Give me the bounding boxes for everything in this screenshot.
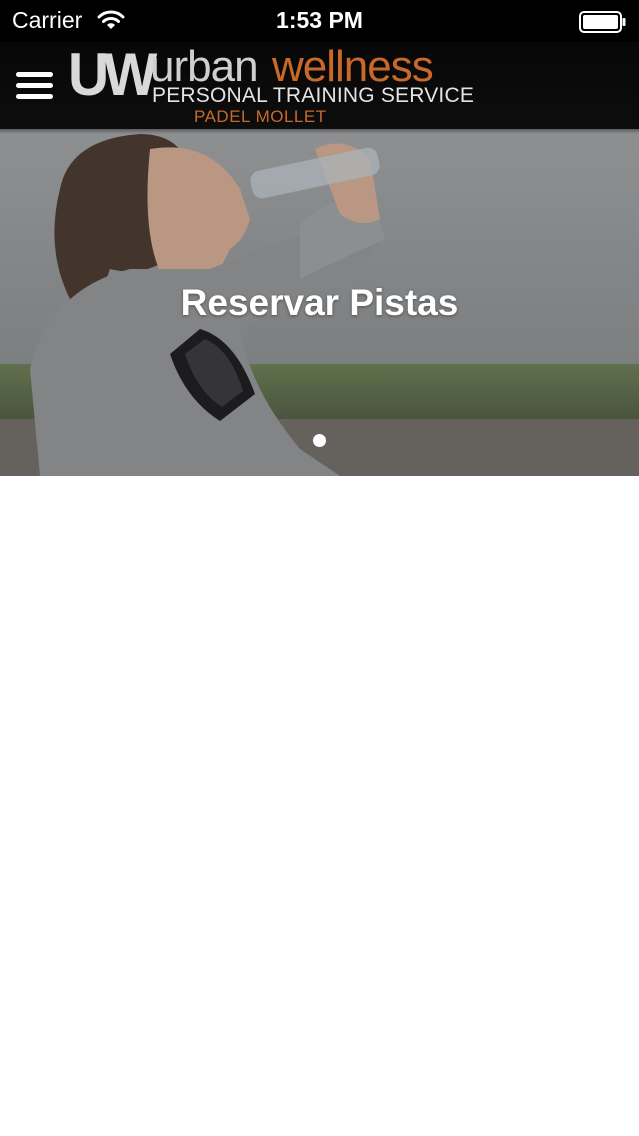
page-indicator-dot[interactable] bbox=[313, 434, 326, 447]
battery-icon bbox=[579, 11, 627, 38]
brand-logo: UW urban wellness PERSONAL TRAINING SERV… bbox=[68, 41, 474, 128]
hero-title: Reservar Pistas bbox=[180, 282, 459, 323]
navigation-bar: UW urban wellness PERSONAL TRAINING SERV… bbox=[0, 42, 639, 129]
hero-banner[interactable]: Reservar Pistas bbox=[0, 129, 639, 476]
hamburger-menu-icon[interactable] bbox=[16, 72, 54, 100]
status-time: 1:53 PM bbox=[276, 7, 363, 33]
logo-tagline: PERSONAL TRAINING SERVICE bbox=[152, 84, 475, 107]
nav-shadow bbox=[0, 129, 639, 134]
content-area bbox=[0, 476, 639, 1136]
logo-monogram: UW bbox=[68, 41, 157, 108]
status-bar: Carrier 1:53 PM bbox=[0, 0, 639, 42]
logo-location: PADEL MOLLET bbox=[194, 107, 327, 126]
